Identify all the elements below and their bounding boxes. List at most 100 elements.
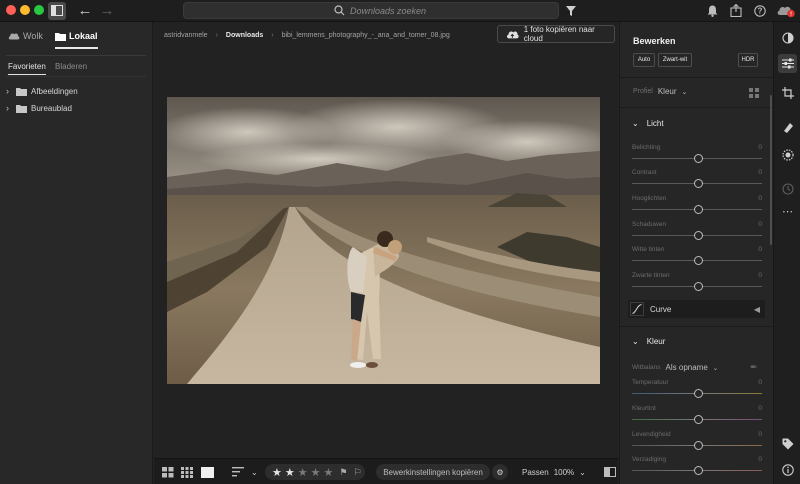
folder-item-afbeeldingen[interactable]: › Afbeeldingen — [6, 84, 78, 98]
slider-knob[interactable] — [694, 466, 703, 475]
folder-item-bureaublad[interactable]: › Bureaublad — [6, 101, 72, 115]
slider-value[interactable]: 0 — [758, 379, 762, 386]
star-icon[interactable]: ★ — [311, 466, 321, 479]
breadcrumb-folder[interactable]: Downloads — [226, 32, 263, 39]
slider-knob[interactable] — [694, 205, 703, 214]
tab-cloud[interactable]: Wolk — [8, 29, 43, 43]
grid-view-icon[interactable] — [162, 464, 174, 480]
tab-favorites[interactable]: Favorieten — [8, 62, 46, 75]
star-icon[interactable]: ★ — [285, 466, 295, 479]
compare-view-icon[interactable] — [604, 464, 616, 480]
search-box[interactable] — [183, 2, 559, 19]
slider-blacks[interactable]: Zwarte tinten 0 — [632, 272, 762, 296]
help-icon[interactable]: ? — [751, 2, 769, 20]
curve-button[interactable]: Curve ◀ — [628, 300, 765, 318]
forward-arrow-icon[interactable]: → — [98, 2, 116, 20]
breadcrumb-root[interactable]: astridvanmele — [164, 32, 208, 39]
slider-label: Witte tinten — [632, 246, 665, 253]
slider-value[interactable]: 0 — [758, 456, 762, 463]
chevron-down-icon[interactable]: ⌄ — [251, 464, 258, 480]
curve-icon — [630, 302, 644, 316]
slider-whites[interactable]: Witte tinten 0 — [632, 246, 762, 270]
healing-brush-icon[interactable] — [778, 117, 797, 136]
profile-selector[interactable]: Profiel Kleur ⌄ — [633, 87, 687, 96]
slider-value[interactable]: 0 — [758, 169, 762, 176]
panel-toggle-icon[interactable] — [48, 2, 66, 20]
search-input[interactable] — [350, 4, 540, 18]
slider-value[interactable]: 0 — [758, 246, 762, 253]
tab-local[interactable]: Lokaal — [55, 29, 98, 49]
black-white-button[interactable]: Zwart-wit — [658, 53, 692, 67]
square-grid-view-icon[interactable] — [181, 464, 193, 480]
share-icon[interactable] — [727, 2, 745, 20]
info-icon[interactable] — [778, 460, 797, 479]
auto-button[interactable]: Auto — [633, 53, 655, 67]
crop-icon[interactable] — [778, 83, 797, 102]
more-options-icon[interactable]: ⋯ — [778, 202, 797, 221]
chevron-right-icon[interactable]: › — [6, 103, 12, 113]
slider-vibrance[interactable]: Levendigheid 0 — [632, 431, 762, 455]
edit-sliders-icon[interactable] — [778, 54, 797, 73]
eyedropper-icon[interactable]: ✒ — [750, 362, 758, 373]
tag-icon[interactable] — [778, 434, 797, 453]
copy-edit-settings-button[interactable]: Bewerkinstellingen kopiëren — [376, 464, 490, 480]
main-photo[interactable] — [167, 97, 600, 384]
masking-icon[interactable] — [778, 145, 797, 164]
slider-exposure[interactable]: Belichting 0 — [632, 144, 762, 168]
close-window-button[interactable] — [6, 5, 16, 15]
minimize-window-button[interactable] — [20, 5, 30, 15]
wb-label: Witbalans — [632, 364, 661, 371]
color-section-header[interactable]: ⌄ Kleur — [632, 337, 665, 346]
slider-value[interactable]: 0 — [758, 144, 762, 151]
slider-value[interactable]: 0 — [758, 272, 762, 279]
slider-knob[interactable] — [694, 231, 703, 240]
slider-knob[interactable] — [694, 256, 703, 265]
wb-value: Als opname — [665, 363, 708, 372]
slider-shadows[interactable]: Schaduwen 0 — [632, 221, 762, 245]
cloud-sync-status-icon[interactable]: ! — [774, 2, 798, 20]
slider-value[interactable]: 0 — [758, 405, 762, 412]
slider-temperature[interactable]: Temperatuur 0 — [632, 379, 762, 403]
history-icon[interactable] — [778, 179, 797, 198]
star-icon[interactable]: ★ — [324, 466, 334, 479]
slider-knob[interactable] — [694, 389, 703, 398]
slider-label: Hooglichten — [632, 195, 667, 202]
star-icon[interactable]: ★ — [298, 466, 308, 479]
slider-value[interactable]: 0 — [758, 221, 762, 228]
slider-value[interactable]: 0 — [758, 195, 762, 202]
detail-view-icon[interactable] — [201, 464, 214, 480]
zoom-fit-control[interactable]: Passen 100% ⌄ — [522, 464, 586, 480]
slider-knob[interactable] — [694, 179, 703, 188]
folder-icon — [16, 104, 27, 113]
slider-knob[interactable] — [694, 282, 703, 291]
flag-reject-icon[interactable]: ⚐ — [353, 467, 361, 478]
profile-browser-icon[interactable] — [749, 85, 759, 103]
slider-knob[interactable] — [694, 415, 703, 424]
edit-panel-scrollbar[interactable] — [770, 95, 772, 245]
copy-to-cloud-button[interactable]: 1 foto kopiëren naar cloud — [497, 25, 615, 43]
slider-knob[interactable] — [694, 154, 703, 163]
hdr-button[interactable]: HDR — [738, 53, 758, 67]
tab-browse[interactable]: Bladeren — [55, 62, 87, 71]
chevron-down-icon[interactable]: ⌄ — [579, 468, 586, 477]
star-icon[interactable]: ★ — [272, 466, 282, 479]
star-rating[interactable]: ★ ★ ★ ★ ★ ⚑ ⚐ — [265, 464, 365, 480]
slider-value[interactable]: 0 — [758, 431, 762, 438]
bell-icon[interactable] — [703, 2, 721, 20]
flag-pick-icon[interactable]: ⚑ — [339, 467, 347, 478]
sort-icon[interactable] — [232, 464, 244, 480]
slider-tint[interactable]: Kleurtint 0 — [632, 405, 762, 429]
gear-icon[interactable]: ⚙ — [492, 464, 508, 480]
slider-saturation[interactable]: Verzadiging 0 — [632, 456, 762, 480]
zoom-window-button[interactable] — [34, 5, 44, 15]
filter-icon[interactable] — [562, 2, 580, 20]
folder-icon — [16, 87, 27, 96]
slider-knob[interactable] — [694, 441, 703, 450]
slider-highlights[interactable]: Hooglichten 0 — [632, 195, 762, 219]
chevron-right-icon[interactable]: › — [6, 86, 12, 96]
light-section-header[interactable]: ⌄ Licht — [632, 119, 664, 128]
white-balance-selector[interactable]: Witbalans Als opname ⌄ — [632, 363, 718, 372]
slider-contrast[interactable]: Contrast 0 — [632, 169, 762, 193]
presets-icon[interactable] — [778, 28, 797, 47]
back-arrow-icon[interactable]: ← — [76, 2, 94, 20]
